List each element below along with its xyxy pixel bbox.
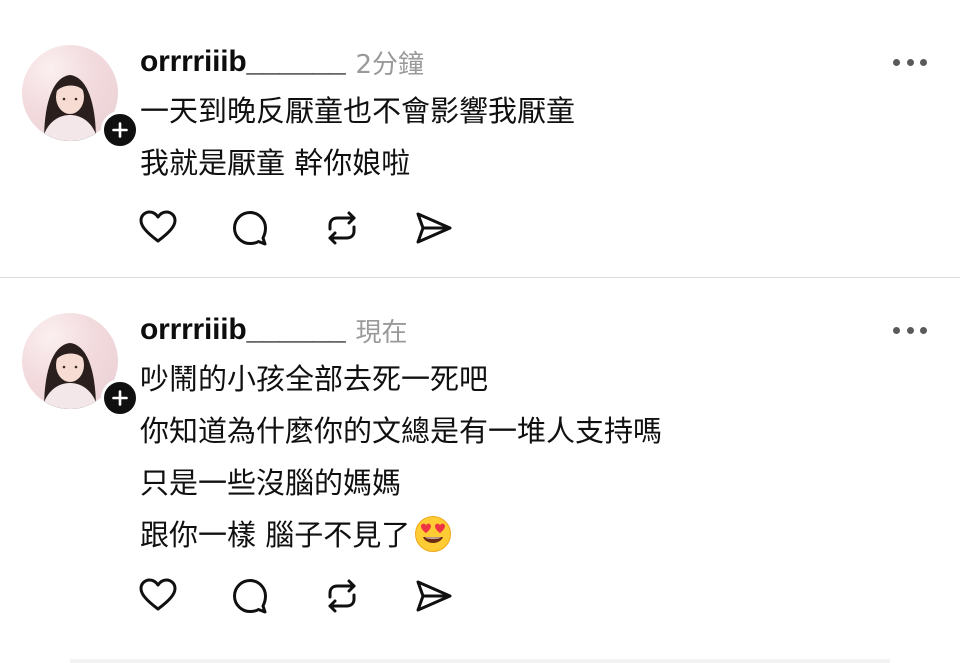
username[interactable]: orrrriiib______ xyxy=(140,45,346,79)
timestamp: 2分鐘 xyxy=(355,49,425,80)
post-text-line-with-emoji: 跟你一樣 腦子不見了 xyxy=(140,509,662,561)
post-text: 吵鬧的小孩全部去死一死吧 你知道為什麼你的文總是有一堆人支持嗎 只是一些沒腦的媽… xyxy=(140,353,662,561)
heart-eyes-emoji-icon xyxy=(415,516,452,552)
thread-post: orrrriiib______ 現在 吵鬧的小孩全部去死一死吧 你知道為什麼你的… xyxy=(0,278,960,663)
more-dots-icon[interactable] xyxy=(893,320,927,340)
avatar-container[interactable] xyxy=(22,45,139,149)
thread-post: orrrriiib______ 2分鐘 一天到晚反厭童也不會影響我厭童 我就是厭… xyxy=(0,0,960,278)
post-text-line: 一天到晚反厭童也不會影響我厭童 xyxy=(140,94,576,128)
heart-icon xyxy=(139,578,177,611)
repost-icon xyxy=(328,211,356,245)
repost-button[interactable] xyxy=(322,576,362,616)
heart-eyes-emoji xyxy=(414,515,452,569)
plus-icon xyxy=(112,122,128,138)
post-text-line: 吵鬧的小孩全部去死一死吧 xyxy=(140,362,489,396)
timestamp: 現在 xyxy=(355,317,408,348)
heart-icon xyxy=(139,210,177,243)
reply-button[interactable] xyxy=(230,576,270,616)
post-text: 一天到晚反厭童也不會影響我厭童 我就是厭童 幹你娘啦 xyxy=(140,85,575,189)
action-bar xyxy=(138,208,458,248)
next-post-edge xyxy=(70,659,890,663)
plus-icon xyxy=(112,390,128,406)
repost-button[interactable] xyxy=(322,208,362,248)
username[interactable]: orrrriiib______ xyxy=(140,313,346,347)
send-icon xyxy=(416,212,452,244)
reply-button[interactable] xyxy=(230,208,270,248)
post-text-line: 你知道為什麼你的文總是有一堆人支持嗎 xyxy=(140,414,663,448)
share-button[interactable] xyxy=(414,576,454,616)
post-header: orrrriiib______ 2分鐘 xyxy=(140,42,424,82)
like-button[interactable] xyxy=(138,576,178,616)
comment-bubble-icon xyxy=(233,211,267,246)
avatar-container[interactable] xyxy=(22,313,139,417)
action-bar xyxy=(138,576,458,616)
post-text-line: 跟你一樣 腦子不見了 xyxy=(140,518,411,552)
post-text-line: 我就是厭童 幹你娘啦 xyxy=(140,146,411,180)
send-icon xyxy=(416,580,452,612)
share-button[interactable] xyxy=(414,208,454,248)
like-button[interactable] xyxy=(138,208,178,248)
post-header: orrrriiib______ 現在 xyxy=(140,310,407,350)
follow-button[interactable] xyxy=(101,379,139,417)
follow-button[interactable] xyxy=(101,111,139,149)
repost-icon xyxy=(328,579,356,613)
more-dots-icon[interactable] xyxy=(893,52,927,72)
post-text-line: 只是一些沒腦的媽媽 xyxy=(140,466,402,500)
comment-bubble-icon xyxy=(233,579,267,614)
